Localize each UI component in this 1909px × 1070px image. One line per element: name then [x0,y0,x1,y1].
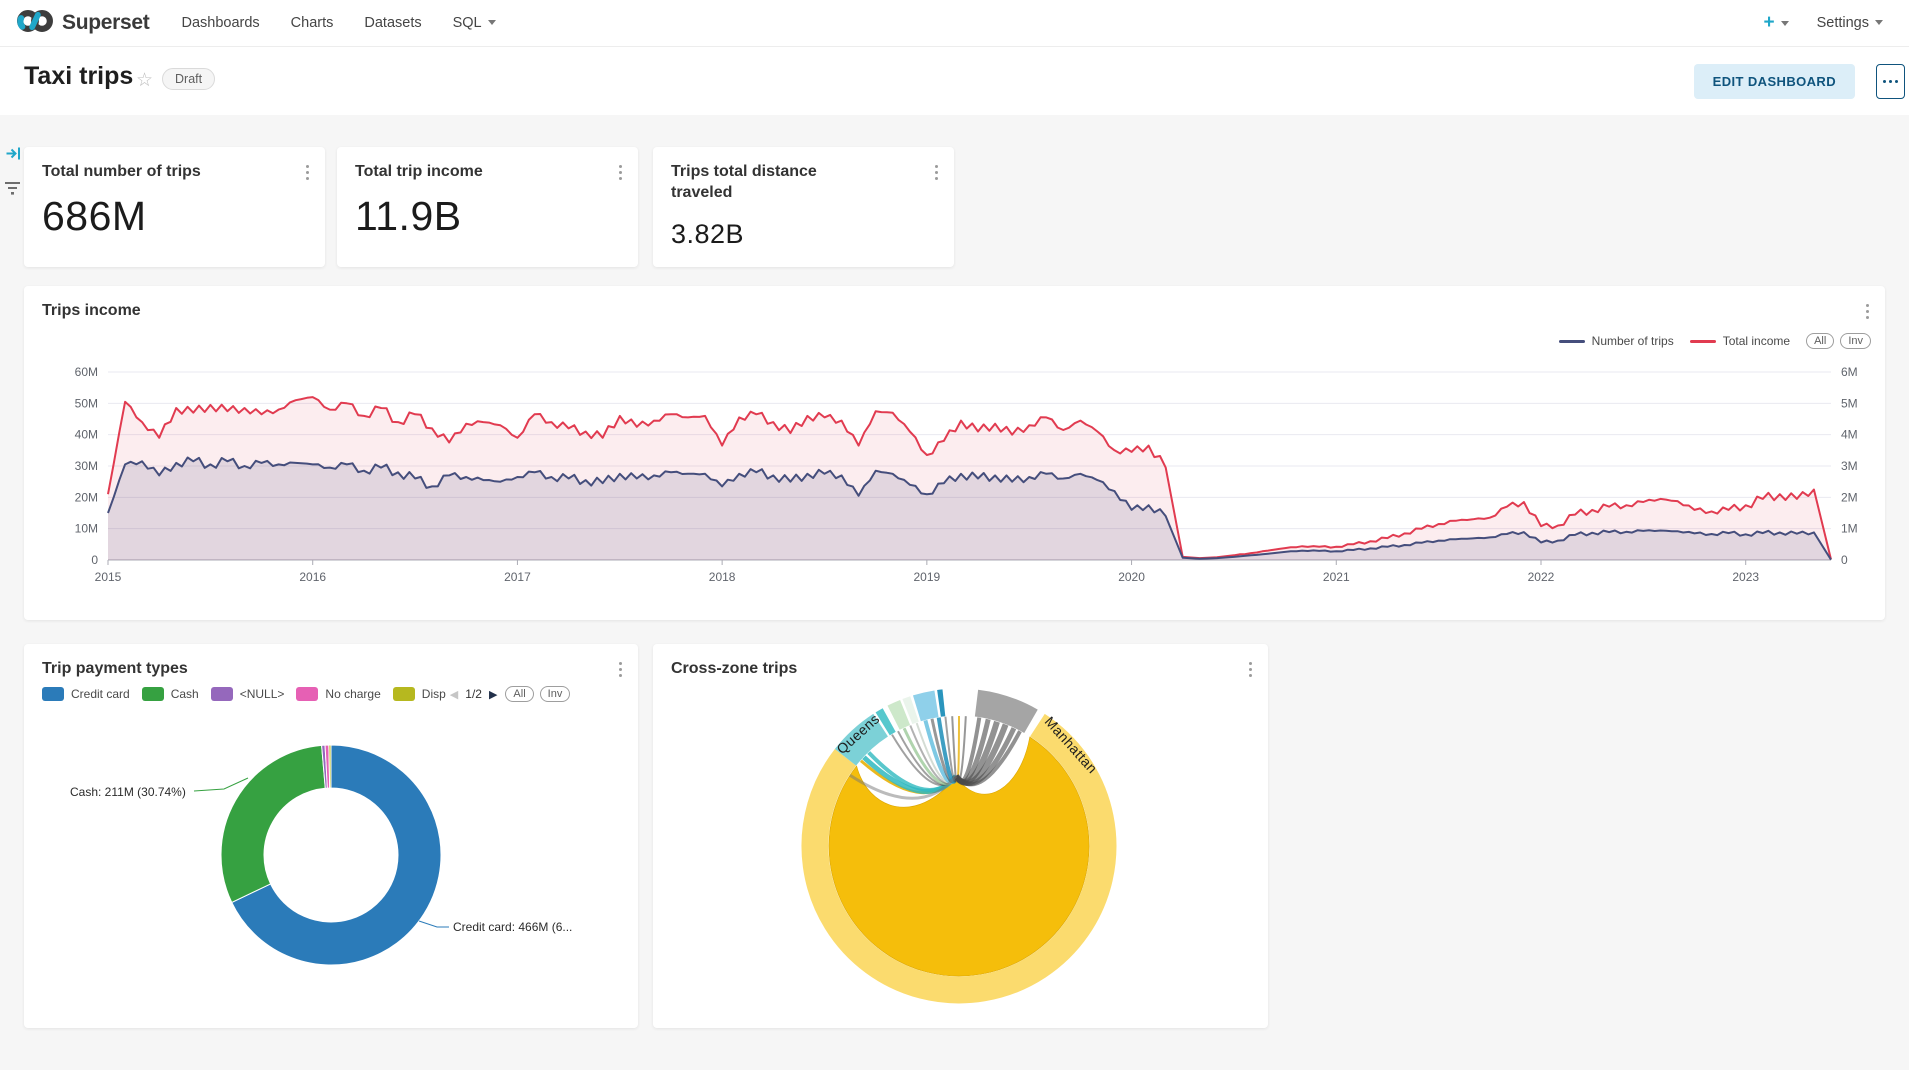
superset-logo-icon [16,6,54,41]
svg-text:4M: 4M [1841,428,1858,442]
svg-text:50M: 50M [75,396,98,410]
expand-filter-bar-button[interactable] [5,145,22,167]
dashboard-header: Taxi trips ☆ Draft EDIT DASHBOARD [0,47,1909,115]
svg-text:2017: 2017 [504,570,531,584]
svg-text:Credit card: 466M (6...: Credit card: 466M (6... [453,920,572,934]
cross-zone-panel: Cross-zone trips ManhattanQueens [653,644,1268,1028]
trips-income-panel: Trips income Number of trips Total incom… [24,286,1885,620]
kpi-title: Trips total distance traveled [671,161,871,203]
status-badge: Draft [162,68,215,90]
kpi-card-total-distance: Trips total distance traveled 3.82B [653,147,954,267]
svg-text:0: 0 [1841,553,1848,567]
svg-text:2M: 2M [1841,490,1858,504]
svg-text:6M: 6M [1841,365,1858,379]
chart-options-menu[interactable] [932,162,941,183]
kpi-value: 11.9B [355,193,462,240]
svg-text:2019: 2019 [913,570,940,584]
svg-text:5M: 5M [1841,396,1858,410]
brand-name: Superset [62,11,149,35]
page-title: Taxi trips [24,62,133,91]
top-nav: Superset Dashboards Charts Datasets SQL … [0,0,1909,47]
chevron-down-icon [1781,21,1789,26]
nav-item-sql[interactable]: SQL [453,15,496,31]
svg-text:20M: 20M [75,490,98,504]
trips-income-chart[interactable]: 0 0 10M 1M 20M 2M 30M 3M 40M 4M 50M 5M 60M 6M 2015 2016… [24,286,1885,620]
expand-right-icon [5,149,22,166]
nav-item-charts[interactable]: Charts [291,15,334,31]
svg-text:2022: 2022 [1528,570,1555,584]
payment-types-donut-chart[interactable]: Cash: 211M (30.74%) Credit card: 466M (6.… [24,644,638,1028]
kpi-card-trip-income: Total trip income 11.9B [337,147,638,267]
svg-text:Cash: 211M (30.74%): Cash: 211M (30.74%) [70,785,186,799]
nav-right: + Settings [1763,12,1883,34]
favorite-star-icon[interactable]: ☆ [136,69,153,92]
chart-options-menu[interactable] [303,162,312,183]
svg-text:60M: 60M [75,365,98,379]
svg-text:2015: 2015 [95,570,122,584]
chevron-down-icon [488,20,496,25]
svg-text:30M: 30M [75,459,98,473]
svg-text:2023: 2023 [1732,570,1759,584]
nav-item-datasets[interactable]: Datasets [364,15,421,31]
svg-text:2021: 2021 [1323,570,1350,584]
cross-zone-chord-chart[interactable]: ManhattanQueens [653,644,1268,1028]
svg-text:10M: 10M [75,522,98,536]
kpi-card-total-trips: Total number of trips 686M [24,147,325,267]
chart-options-menu[interactable] [616,162,625,183]
kpi-title: Total trip income [355,161,483,182]
svg-text:2016: 2016 [299,570,326,584]
nav-item-dashboards[interactable]: Dashboards [181,15,259,31]
superset-dashboard-app: Superset Dashboards Charts Datasets SQL … [0,0,1909,1070]
payment-types-panel: Trip payment types Credit card Cash <NUL… [24,644,638,1028]
svg-text:40M: 40M [75,428,98,442]
svg-text:0: 0 [91,553,98,567]
kpi-value: 3.82B [671,219,744,250]
settings-menu[interactable]: Settings [1817,15,1883,31]
new-item-button[interactable]: + [1763,12,1788,34]
superset-logo[interactable]: Superset [16,6,149,41]
kpi-value: 686M [42,193,147,240]
filter-bar-button[interactable] [4,179,21,201]
svg-text:3M: 3M [1841,459,1858,473]
svg-text:1M: 1M [1841,522,1858,536]
dashboard-more-button[interactable] [1876,64,1905,99]
kpi-title: Total number of trips [42,161,201,182]
svg-text:2018: 2018 [709,570,736,584]
svg-text:2020: 2020 [1118,570,1145,584]
chevron-down-icon [1875,20,1883,25]
edit-dashboard-button[interactable]: EDIT DASHBOARD [1694,64,1855,99]
filter-icon [4,183,21,200]
